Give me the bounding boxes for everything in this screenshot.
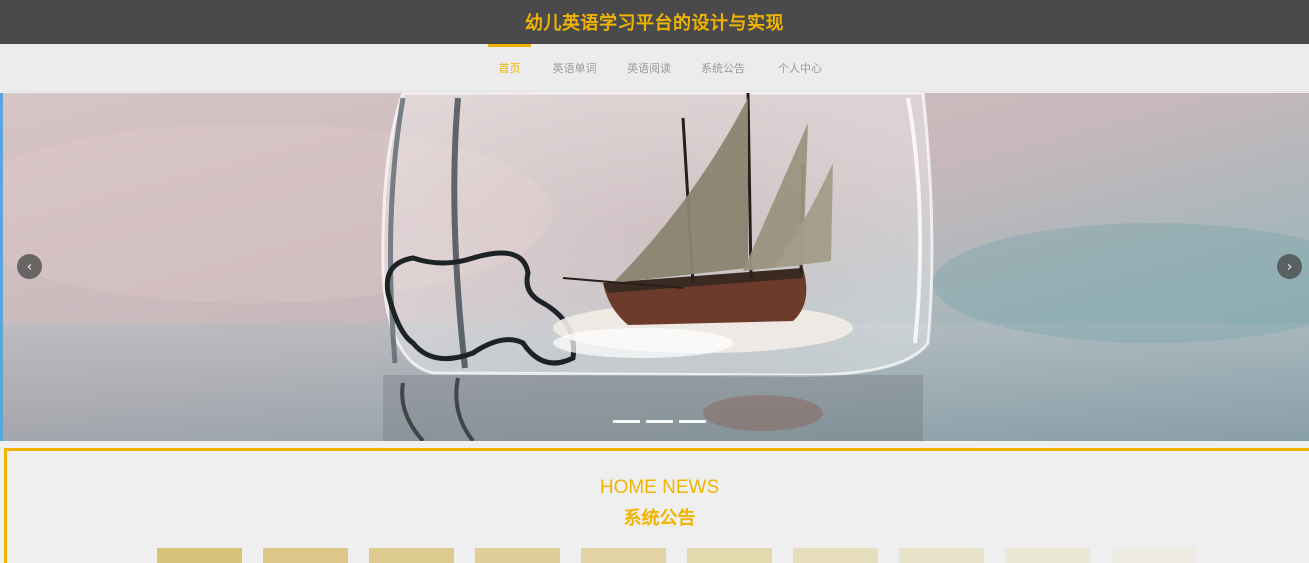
news-tile[interactable] [1005, 548, 1090, 563]
main-navigation-bar: 首页 英语单词 英语阅读 系统公告 个人中心 [0, 44, 1309, 92]
news-tile[interactable] [475, 548, 560, 563]
news-title-en: HOME NEWS [599, 477, 720, 498]
carousel-indicator[interactable] [679, 420, 706, 423]
news-tile[interactable] [369, 548, 454, 563]
carousel-next-button[interactable]: › [1277, 254, 1302, 279]
nav-item-personal-center[interactable]: 个人中心 [766, 44, 834, 92]
nav-item-home[interactable]: 首页 [488, 44, 531, 92]
news-tile[interactable] [581, 548, 666, 563]
chevron-left-icon: ‹ [26, 258, 33, 275]
carousel-indicator[interactable] [646, 420, 673, 423]
site-title: 幼儿英语学习平台的设计与实现 [525, 13, 784, 34]
news-tile[interactable] [793, 548, 878, 563]
chevron-right-icon: › [1286, 258, 1293, 275]
carousel-banner-image[interactable] [3, 93, 1309, 441]
nav-item-english-words[interactable]: 英语单词 [531, 44, 618, 92]
nav-menu: 首页 英语单词 英语阅读 系统公告 个人中心 [488, 44, 834, 92]
home-news-section: HOME NEWS 系统公告 [4, 448, 1309, 563]
carousel-indicators [613, 420, 706, 423]
news-tiles-row [157, 548, 1196, 563]
carousel-indicator[interactable] [613, 420, 640, 423]
news-tile[interactable] [899, 548, 984, 563]
nav-item-english-reading[interactable]: 英语阅读 [618, 44, 680, 92]
ship-in-bottle-illustration [3, 93, 1309, 441]
news-tile[interactable] [687, 548, 772, 563]
nav-item-system-notices[interactable]: 系统公告 [680, 44, 766, 92]
news-tile[interactable] [1111, 548, 1196, 563]
news-tile[interactable] [263, 548, 348, 563]
news-title-cn: 系统公告 [623, 508, 696, 529]
news-tile[interactable] [157, 548, 242, 563]
top-header-bar: 幼儿英语学习平台的设计与实现 [0, 0, 1309, 44]
carousel-prev-button[interactable]: ‹ [17, 254, 42, 279]
